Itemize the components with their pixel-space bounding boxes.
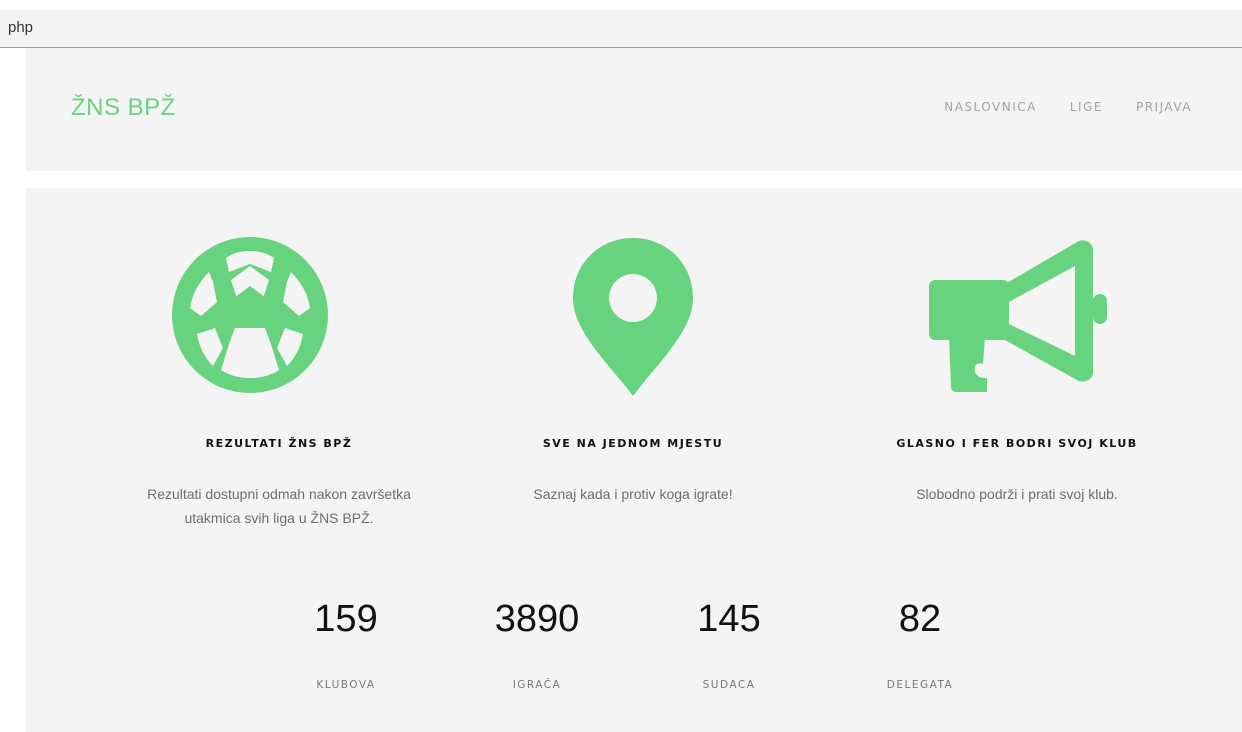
stat-klubova-label: KLUBOVA: [316, 679, 376, 691]
feature-desc-line: Saznaj kada i protiv koga igrate!: [533, 486, 733, 502]
feature-desc-line: Slobodno podrži i prati svoj klub.: [916, 486, 1118, 502]
feature-desc-line: utakmica svih liga u ŽNS BPŽ.: [184, 510, 374, 526]
site-logo[interactable]: ŽNS BPŽ: [71, 94, 176, 122]
stat-sudaca-value: 145: [697, 598, 761, 640]
stat-igraca-label: IGRAČA: [512, 679, 562, 691]
nav-lige[interactable]: LIGE: [1070, 100, 1103, 114]
features-section: REZULTATI ŽNS BPŽ Rezultati dostupni odm…: [26, 188, 1242, 732]
stat-sudaca-label: SUDACA: [702, 679, 756, 691]
main-nav: NASLOVNICA LIGE PRIJAVA: [944, 100, 1192, 114]
feature-description: Rezultati dostupni odmah nakon završetka…: [109, 482, 449, 530]
stat-klubova-value: 159: [314, 598, 378, 640]
address-text: php: [8, 19, 34, 36]
stat-delegata-label: DELEGATA: [886, 679, 954, 691]
browser-address-bar[interactable]: php: [0, 10, 1242, 48]
megaphone-icon: [929, 240, 1107, 392]
nav-prijava[interactable]: PRIJAVA: [1136, 100, 1192, 114]
feature-description: Saznaj kada i protiv koga igrate!: [463, 482, 803, 506]
feature-description: Slobodno podrži i prati svoj klub.: [847, 482, 1187, 506]
stat-delegata-value: 82: [898, 598, 942, 640]
feature-desc-line: Rezultati dostupni odmah nakon završetka: [147, 486, 411, 502]
site-header: ŽNS BPŽ NASLOVNICA LIGE PRIJAVA: [26, 48, 1242, 171]
soccer-ball-icon: [172, 237, 328, 393]
feature-title: SVE NA JEDNOM MJESTU: [542, 437, 724, 450]
nav-naslovnica[interactable]: NASLOVNICA: [944, 100, 1037, 114]
stat-igraca-value: 3890: [494, 598, 580, 640]
map-pin-icon: [573, 238, 693, 396]
feature-title: GLASNO I FER BODRI SVOJ KLUB: [896, 437, 1138, 450]
feature-title: REZULTATI ŽNS BPŽ: [205, 437, 353, 450]
